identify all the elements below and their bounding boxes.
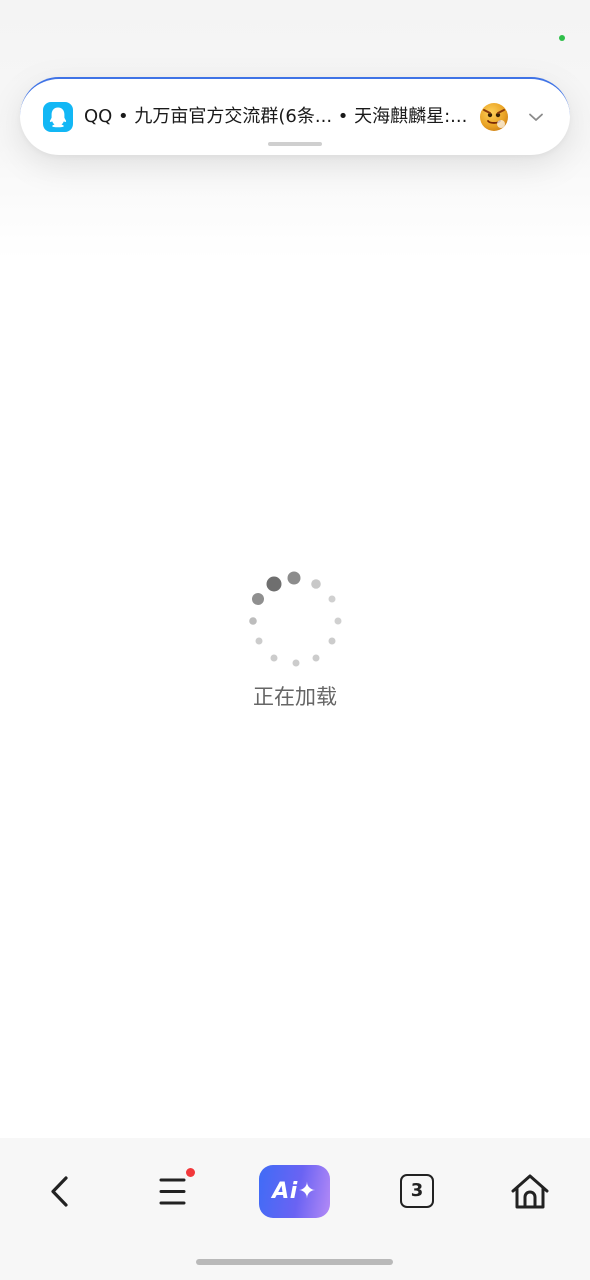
loading-spinner-icon — [245, 571, 345, 671]
loading-label: 正在加载 — [253, 685, 337, 709]
notification-message: QQ • 九万亩官方交流群(6条... • 天海麒麟星:... — [84, 106, 468, 127]
tabs-count-button[interactable]: 3 — [400, 1174, 434, 1208]
home-button[interactable] — [502, 1164, 558, 1220]
sender-avatar-icon — [480, 103, 508, 131]
system-home-indicator[interactable] — [196, 1259, 393, 1265]
status-indicator-dot — [559, 35, 565, 41]
qq-penguin-icon — [43, 102, 73, 132]
ai-assistant-button[interactable]: Ai✦ — [259, 1165, 330, 1218]
back-chevron-icon — [51, 1176, 68, 1207]
menu-notification-badge — [186, 1168, 195, 1177]
chevron-down-icon[interactable] — [527, 108, 545, 126]
home-icon — [511, 1174, 549, 1209]
back-button[interactable] — [31, 1164, 87, 1220]
notification-drag-handle[interactable] — [268, 142, 322, 146]
browser-screen: QQ • 九万亩官方交流群(6条... • 天海麒麟星:... 正在加载 Ai✦… — [0, 0, 590, 1280]
qq-notification-banner[interactable]: QQ • 九万亩官方交流群(6条... • 天海麒麟星:... — [20, 77, 570, 155]
